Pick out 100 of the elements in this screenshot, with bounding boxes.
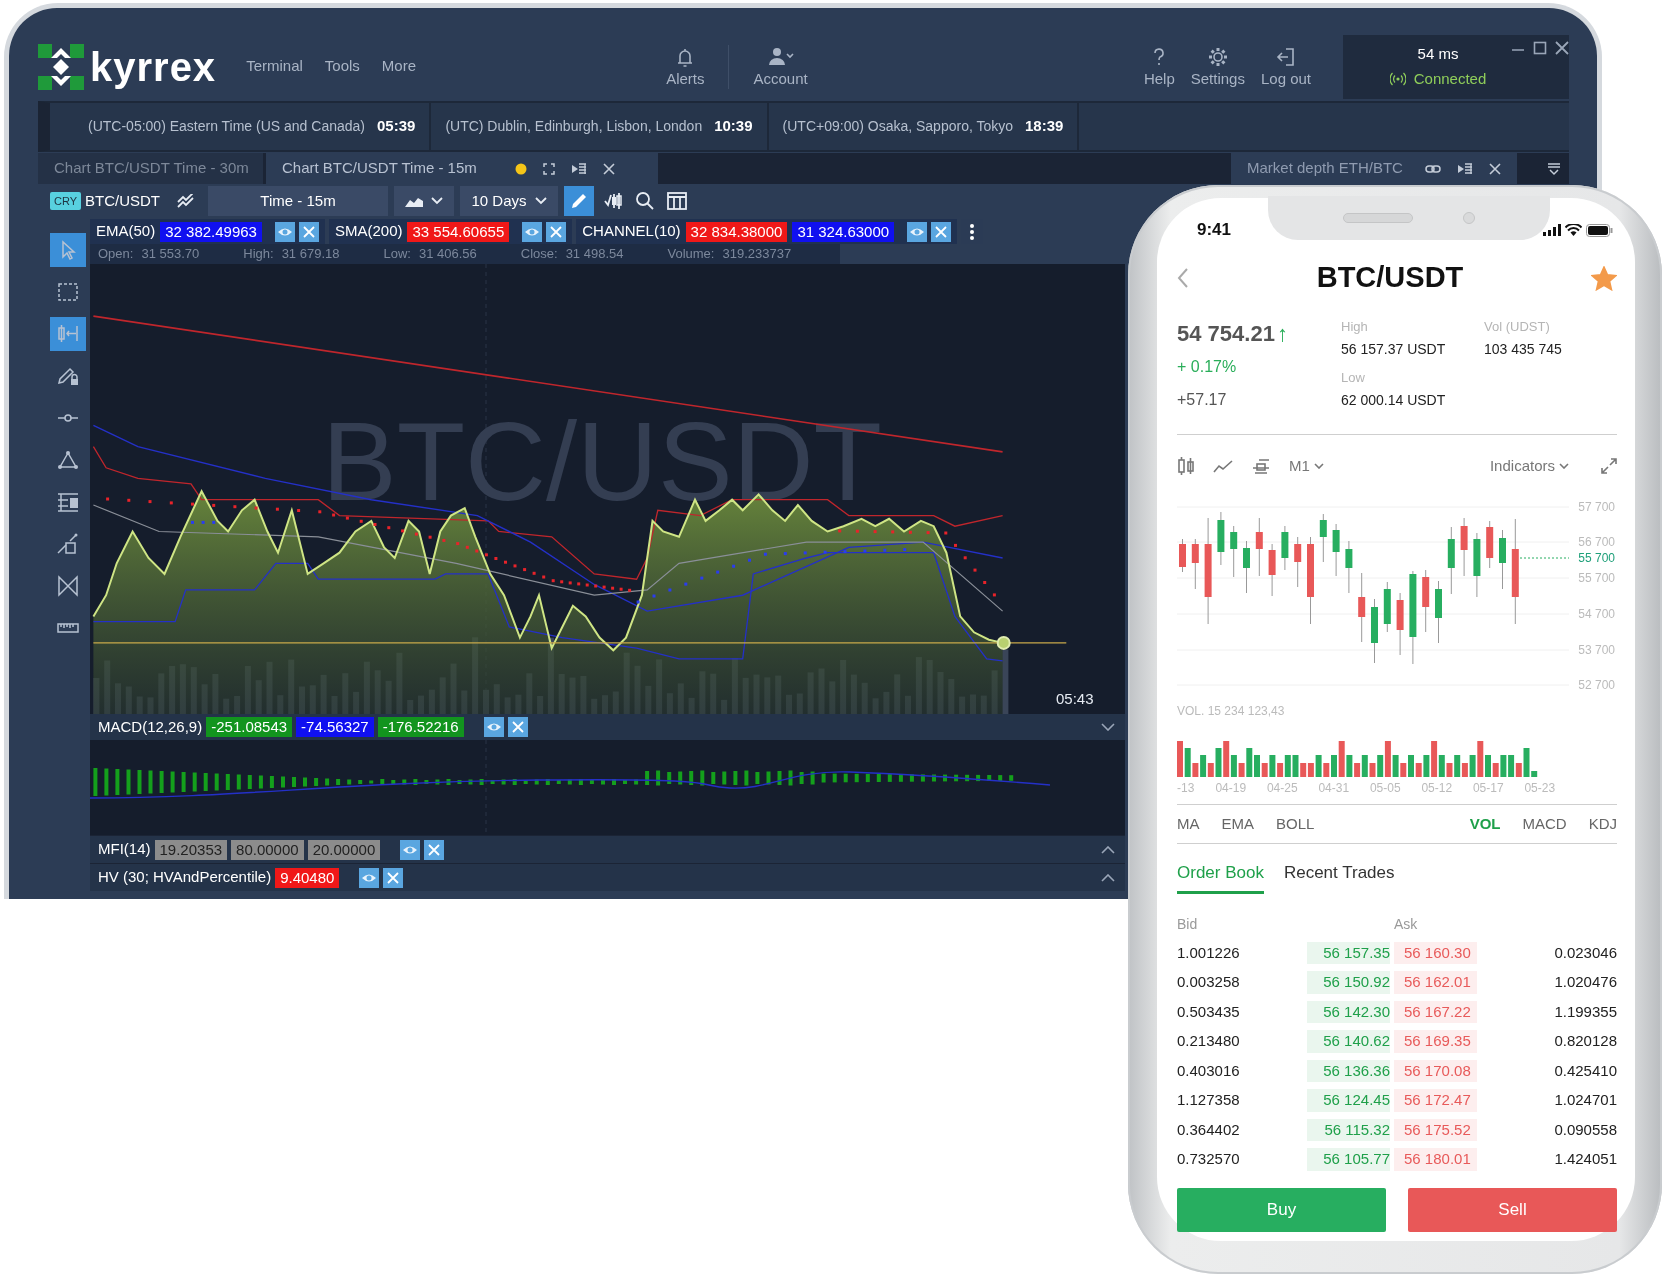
sell-button[interactable]: Sell xyxy=(1408,1188,1617,1232)
indicator-name: HV (30; HVAndPercentile) xyxy=(98,867,272,888)
ohlc-label: Low: xyxy=(383,245,411,264)
close-icon xyxy=(427,842,442,857)
menu-item[interactable]: Tools xyxy=(324,55,360,78)
action-button[interactable]: Help xyxy=(1143,45,1175,88)
pencil-button[interactable] xyxy=(564,186,594,216)
triangle-icon xyxy=(56,448,80,472)
candle xyxy=(1345,540,1353,594)
candle xyxy=(1281,525,1289,571)
remove-button[interactable] xyxy=(546,221,567,242)
axis-label: 56 700 xyxy=(1578,535,1615,549)
settings-icon xyxy=(1206,45,1229,68)
market-depth-tab[interactable]: Market depth ETH/BTC xyxy=(1231,153,1517,184)
order-book-tab[interactable]: Order Book xyxy=(1177,859,1264,894)
current-price-label: 55 700 xyxy=(1578,551,1615,565)
menu-item[interactable]: Terminal xyxy=(246,55,303,78)
candle-icon xyxy=(603,191,623,211)
dock-icon[interactable] xyxy=(570,162,587,175)
close-icon xyxy=(386,870,401,885)
menu-icon[interactable] xyxy=(1547,161,1561,176)
order-book-tab[interactable]: Recent Trades xyxy=(1283,859,1395,894)
remove-button[interactable] xyxy=(931,221,952,242)
remove-button[interactable] xyxy=(298,221,319,242)
bid-price: 56 124.45 xyxy=(1307,1089,1390,1112)
star-icon[interactable] xyxy=(1591,265,1617,291)
visibility-button[interactable] xyxy=(359,867,380,888)
candles-icon[interactable] xyxy=(1177,456,1195,476)
slider-icon[interactable] xyxy=(1251,456,1271,476)
close-icon[interactable] xyxy=(1555,40,1569,55)
close-icon[interactable] xyxy=(1488,162,1501,175)
pair-title: BTC/USDT xyxy=(1315,260,1465,296)
ask-amount: 0.425410 xyxy=(1553,1060,1617,1081)
action-button[interactable]: Settings xyxy=(1190,45,1245,88)
bid-price: 56 157.35 xyxy=(1307,941,1390,964)
indicator-value: 32 382.49963 xyxy=(160,221,262,242)
last-price: 54 754.21 xyxy=(1177,319,1275,348)
bid-price: 56 115.32 xyxy=(1307,1118,1390,1141)
candle xyxy=(1191,538,1199,590)
action-button[interactable]: Alerts xyxy=(666,45,705,88)
chevron-down-icon[interactable] xyxy=(1101,723,1115,731)
expand-icon[interactable] xyxy=(1601,458,1617,474)
menu-item[interactable]: More xyxy=(381,55,417,78)
close-icon[interactable] xyxy=(602,162,615,175)
link-icon[interactable] xyxy=(1424,163,1441,174)
chevron-down-icon xyxy=(1313,463,1324,469)
area-chart-icon xyxy=(405,195,423,207)
maximize-icon[interactable] xyxy=(1533,40,1547,55)
status-time: 9:41 xyxy=(1197,219,1232,242)
indicator-value: 9.40480 xyxy=(275,867,340,888)
ask-amount: 1.024701 xyxy=(1553,1090,1617,1110)
action-button[interactable]: Account xyxy=(753,45,808,88)
line-chart-icon[interactable] xyxy=(1213,459,1233,473)
candle xyxy=(1255,517,1263,577)
bid-amount: 0.403016 xyxy=(1177,1060,1241,1081)
battery-icon xyxy=(1586,223,1613,237)
candle xyxy=(1435,580,1442,644)
range-dropdown[interactable]: 10 Days xyxy=(460,186,558,216)
visibility-button[interactable] xyxy=(400,839,421,860)
chevron-up-icon[interactable] xyxy=(1101,873,1115,882)
buy-button[interactable]: Buy xyxy=(1177,1188,1386,1232)
ask-amount: 1.424051 xyxy=(1553,1149,1617,1169)
close-icon xyxy=(934,224,949,239)
visibility-button[interactable] xyxy=(522,221,543,242)
indicator-tab[interactable]: VOL xyxy=(1469,812,1501,836)
indicators-dropdown[interactable]: Indicators xyxy=(1489,454,1569,478)
chevron-down-icon xyxy=(534,197,547,205)
bid-amount: 1.127358 xyxy=(1177,1090,1241,1110)
candle xyxy=(1447,526,1455,595)
bid-amount: 0.732570 xyxy=(1177,1149,1241,1169)
ask-price: 56 160.30 xyxy=(1394,941,1477,964)
indicator-tab[interactable]: MA xyxy=(1177,812,1200,836)
fibonacci-icon xyxy=(56,490,80,514)
visibility-button[interactable] xyxy=(274,221,295,242)
candle xyxy=(1332,523,1340,577)
candle xyxy=(1473,532,1481,598)
indicator-tab[interactable]: MACD xyxy=(1522,812,1567,836)
chart-type-dropdown[interactable] xyxy=(394,186,454,216)
ask-amount: 1.020476 xyxy=(1553,972,1617,992)
chevron-down-icon xyxy=(1559,463,1569,469)
ask-price: 56 162.01 xyxy=(1394,971,1477,994)
remove-button[interactable] xyxy=(383,867,404,888)
indicator-value: -74.56327 xyxy=(296,717,374,737)
ask-amount: 0.023046 xyxy=(1553,942,1617,963)
indicator-tab[interactable]: EMA xyxy=(1221,812,1254,836)
camera-drawing xyxy=(1463,212,1475,224)
indicator-tab[interactable]: BOLL xyxy=(1276,812,1315,836)
interval-field[interactable]: Time - 15m xyxy=(208,186,388,216)
remove-button[interactable] xyxy=(507,717,528,737)
action-button[interactable]: Log out xyxy=(1260,45,1311,88)
indicator-tab[interactable]: KDJ xyxy=(1588,812,1617,836)
remove-button[interactable] xyxy=(424,839,445,860)
expand-icon[interactable] xyxy=(542,162,555,175)
visibility-button[interactable] xyxy=(907,221,928,242)
chart-tab[interactable]: Chart BTC/USDT Time - 30m xyxy=(38,153,263,184)
timeframe-dropdown[interactable]: M1 xyxy=(1289,454,1324,478)
chart-tab[interactable]: Chart BTC/USDT Time - 15m xyxy=(266,153,658,184)
visibility-button[interactable] xyxy=(483,717,504,737)
chevron-up-icon[interactable] xyxy=(1101,845,1115,854)
dock-icon[interactable] xyxy=(1456,162,1473,175)
